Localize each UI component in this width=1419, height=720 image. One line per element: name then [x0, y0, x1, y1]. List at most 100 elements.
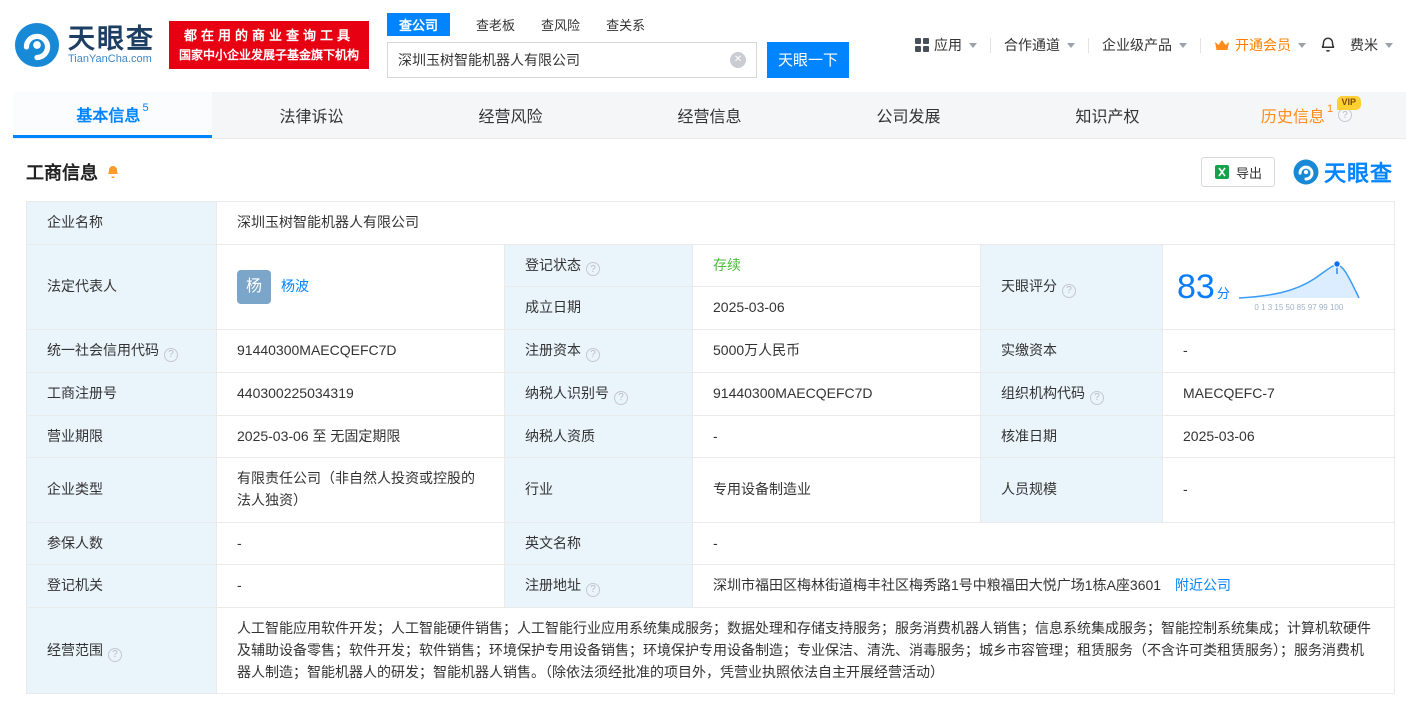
industry-label: 行业 [504, 457, 693, 523]
table-row: 工商注册号 440300225034319 纳税人识别号 91440300MAE… [26, 371, 1395, 416]
score-number: 83 分 [1177, 267, 1230, 306]
score-axis-labels: 0 1 3 15 50 85 97 99 100 [1254, 303, 1344, 313]
nearby-companies-link[interactable]: 附近公司 [1175, 577, 1231, 593]
table-row: 参保人数 - 英文名称 - [26, 521, 1395, 566]
search-tab-company[interactable]: 查公司 [387, 12, 451, 36]
approval-date-value: 2025-03-06 [1162, 414, 1395, 459]
tab-company-development[interactable]: 公司发展 [809, 92, 1008, 138]
reg-authority-value: - [216, 564, 505, 609]
address-label: 注册地址 [504, 564, 693, 609]
tab-legal[interactable]: 法律诉讼 [212, 92, 411, 138]
help-icon[interactable] [164, 347, 178, 362]
company-name-value: 深圳玉树智能机器人有限公司 [216, 201, 1395, 245]
tab-operating-risk[interactable]: 经营风险 [411, 92, 610, 138]
reg-number-label: 工商注册号 [26, 371, 217, 416]
help-icon[interactable] [1090, 390, 1104, 405]
tianyancha-logo[interactable]: 天眼查 TianYanCha.com [14, 22, 155, 68]
score-label: 天眼评分 [980, 243, 1163, 331]
search-tabs: 查公司 查老板 查风险 查关系 [387, 12, 849, 36]
notifications-button[interactable] [1319, 36, 1337, 54]
chevron-down-icon [1067, 42, 1075, 48]
help-icon[interactable] [586, 583, 600, 598]
legal-rep-avatar[interactable]: 杨 [237, 269, 271, 304]
company-tabbar: 基本信息 5 法律诉讼 经营风险 经营信息 公司发展 知识产权 VIP 历史信息… [13, 92, 1406, 139]
industry-value: 专用设备制造业 [692, 457, 981, 523]
nav-enterprise-label: 企业级产品 [1102, 37, 1172, 53]
table-row: 企业类型 有限责任公司（非自然人投资或控股的法人独资） 行业 专用设备制造业 人… [26, 457, 1395, 523]
monitor-bell-button[interactable] [105, 164, 121, 180]
nav-item-enterprise[interactable]: 企业级产品 [1102, 35, 1187, 55]
nav-divider [990, 37, 991, 53]
help-icon[interactable] [586, 262, 600, 277]
tab-basic-badge: 5 [142, 101, 149, 114]
nav-item-vip[interactable]: 开通会员 [1214, 35, 1306, 55]
chevron-down-icon [969, 42, 977, 48]
company-type-label: 企业类型 [26, 457, 217, 523]
tab-legal-label: 法律诉讼 [279, 109, 344, 126]
nav-vip-label: 开通会员 [1235, 37, 1291, 53]
search-button[interactable]: 天眼一下 [767, 41, 850, 78]
nav-item-user[interactable]: 费米 [1350, 35, 1393, 55]
taxpayer-quality-value: - [692, 414, 981, 459]
legal-rep-link[interactable]: 杨波 [281, 276, 309, 298]
logo-subtitle: TianYanCha.com [68, 53, 152, 66]
top-header: 天眼查 TianYanCha.com 都在用的商业查询工具 国家中小企业发展子基… [0, 0, 1419, 90]
nav-divider [1200, 37, 1201, 53]
insured-label: 参保人数 [26, 521, 217, 566]
export-button[interactable]: 导出 [1200, 157, 1275, 187]
help-icon[interactable] [614, 390, 628, 405]
table-row: 经营范围 人工智能应用软件开发；人工智能硬件销售；人工智能行业应用系统集成服务；… [26, 607, 1395, 695]
score-curve-chart: 0 1 3 15 50 85 97 99 100 [1236, 259, 1362, 314]
search-tab-relation[interactable]: 查关系 [606, 15, 645, 34]
table-row: 统一社会信用代码 91440300MAECQEFC7D 注册资本 5000万人民… [26, 329, 1395, 373]
logo-title: 天眼查 [68, 23, 155, 54]
search-tab-boss[interactable]: 查老板 [476, 15, 515, 34]
tab-basic-info[interactable]: 基本信息 5 [13, 92, 212, 138]
clear-icon[interactable]: ✕ [730, 51, 747, 68]
reg-capital-value: 5000万人民币 [692, 329, 981, 373]
excel-icon [1214, 165, 1229, 179]
search-input[interactable] [398, 51, 731, 68]
help-icon[interactable] [1338, 108, 1353, 122]
status-badge: 存续 [713, 256, 741, 273]
business-info-table: 企业名称 深圳玉树智能机器人有限公司 法定代表人 杨 杨波 登记状态 存续 天眼… [26, 201, 1395, 695]
business-scope-value: 人工智能应用软件开发；人工智能硬件销售；人工智能行业应用系统集成服务；数据处理和… [216, 607, 1395, 695]
bell-icon [107, 166, 119, 178]
taxpayer-id-label: 纳税人识别号 [504, 371, 693, 416]
table-row: 企业名称 深圳玉树智能机器人有限公司 [26, 201, 1395, 245]
crown-icon [1215, 40, 1229, 50]
tab-history[interactable]: VIP 历史信息 1 [1207, 92, 1406, 138]
reg-capital-label: 注册资本 [504, 329, 693, 373]
help-icon[interactable] [108, 647, 122, 662]
reg-authority-label: 登记机关 [26, 564, 217, 609]
nav-item-apps[interactable]: 应用 [915, 35, 977, 55]
tab-operating-info[interactable]: 经营信息 [610, 92, 809, 138]
tab-risk-label: 经营风险 [478, 109, 543, 126]
org-code-value: MAECQEFC-7 [1162, 371, 1395, 416]
nav-item-cooperation[interactable]: 合作通道 [1004, 35, 1075, 55]
promo-line-2: 国家中小企业发展子基金旗下机构 [179, 48, 360, 63]
top-nav: 应用 合作通道 企业级产品 开通会员 费米 [915, 35, 1393, 55]
chevron-down-icon [1385, 42, 1393, 48]
tianyancha-logo-icon [1293, 159, 1319, 185]
insured-value: - [216, 521, 505, 566]
section-title: 工商信息 [26, 163, 98, 183]
company-type-value: 有限责任公司（非自然人投资或控股的法人独资） [216, 457, 505, 523]
reg-status-label: 登记状态 [504, 243, 693, 288]
help-icon[interactable] [586, 347, 600, 362]
paid-capital-value: - [1162, 329, 1395, 373]
legal-rep-value: 杨 杨波 [216, 243, 505, 331]
tab-development-label: 公司发展 [876, 109, 941, 126]
est-date-value: 2025-03-06 [692, 286, 981, 331]
paid-capital-label: 实缴资本 [980, 329, 1163, 373]
business-scope-label: 经营范围 [26, 607, 217, 695]
help-icon[interactable] [1062, 283, 1076, 298]
brand-watermark: 天眼查 [1293, 156, 1393, 188]
english-name-label: 英文名称 [504, 521, 693, 566]
tab-ip-label: 知识产权 [1075, 109, 1140, 126]
address-value: 深圳市福田区梅林街道梅丰社区梅秀路1号中粮福田大悦广场1栋A座3601 附近公司 [692, 564, 1395, 609]
search-tab-risk[interactable]: 查风险 [541, 15, 580, 34]
tab-intellectual-property[interactable]: 知识产权 [1008, 92, 1207, 138]
reg-status-value: 存续 [692, 243, 981, 288]
search-box[interactable]: ✕ [387, 41, 758, 78]
